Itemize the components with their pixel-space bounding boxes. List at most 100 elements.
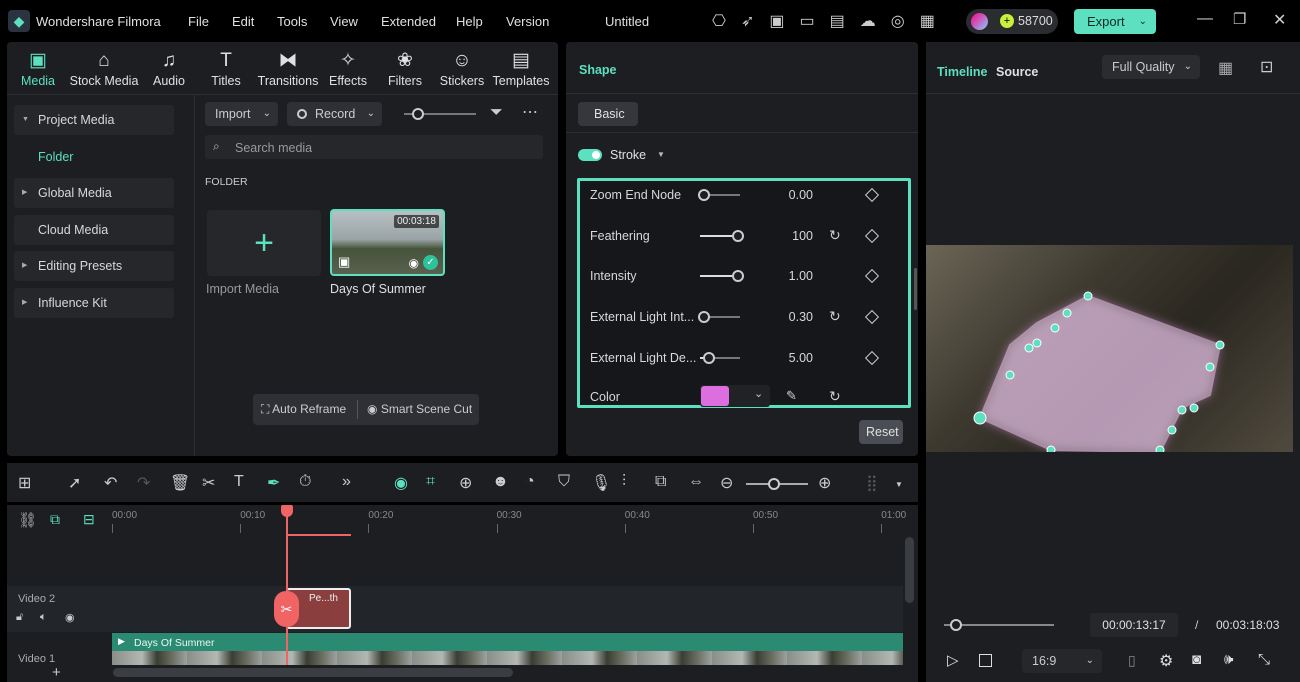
select-tool-icon[interactable]: ➚ xyxy=(68,473,81,493)
tab-transitions[interactable]: ⧓Transitions xyxy=(252,48,324,88)
tab-stickers[interactable]: ☺Stickers xyxy=(430,48,494,88)
text-tool-icon[interactable]: T xyxy=(234,473,244,491)
filter-icon[interactable]: ⏷ xyxy=(490,104,503,122)
split-scissors-icon[interactable]: ✂ xyxy=(274,591,299,627)
stroke-toggle[interactable] xyxy=(578,149,602,161)
tab-stock-media[interactable]: ⌂Stock Media xyxy=(66,48,142,88)
import-button[interactable]: Import⌄ xyxy=(205,102,278,126)
unlink-icon[interactable]: ⛓ xyxy=(18,511,37,529)
tab-templates[interactable]: ▤Templates xyxy=(488,48,554,88)
sidebar-item-influence-kit[interactable]: ▶Influence Kit xyxy=(14,288,174,318)
eye-icon[interactable]: ◉ xyxy=(65,611,75,624)
caret-down-icon[interactable]: ▼ xyxy=(657,150,665,159)
search-input[interactable]: ⌕ Search media xyxy=(205,135,543,159)
more-icon[interactable]: ⋯ xyxy=(522,102,538,122)
speaker-icon[interactable]: 🔈︎ xyxy=(40,611,47,624)
pen-tool-icon[interactable]: ✒ xyxy=(267,473,280,493)
delete-icon[interactable]: 🗑 xyxy=(170,473,190,493)
stop-icon[interactable] xyxy=(979,654,992,667)
link-icon[interactable]: ⧉ xyxy=(50,511,60,528)
param-slider[interactable] xyxy=(700,357,740,359)
fit-icon[interactable]: ⇔ xyxy=(688,473,704,491)
timer-icon[interactable]: ⏱ xyxy=(299,473,311,491)
tab-titles[interactable]: TTitles xyxy=(194,48,258,88)
scissors-icon[interactable]: ✂ xyxy=(202,473,215,493)
param-slider[interactable] xyxy=(700,194,740,196)
maximize-icon[interactable]: ❐ xyxy=(1233,10,1246,28)
auto-reframe-button[interactable]: ⛶ Auto Reframe xyxy=(261,402,346,417)
redo-icon[interactable]: ↷ xyxy=(137,473,150,493)
speed-icon[interactable]: ◔ xyxy=(525,473,535,491)
scopes-icon[interactable]: ⊡ xyxy=(1260,57,1273,77)
snapshot-icon[interactable]: ◙ xyxy=(1192,651,1201,668)
vertical-scrollbar[interactable] xyxy=(905,537,914,603)
layout-icon[interactable]: ▭ xyxy=(800,13,830,30)
microphone-icon[interactable]: 🎙 xyxy=(591,473,611,493)
sidebar-item-global-media[interactable]: ▶Global Media xyxy=(14,178,174,208)
import-media-tile[interactable]: + xyxy=(207,210,321,276)
param-slider[interactable] xyxy=(700,235,740,237)
playback-progress-slider[interactable] xyxy=(944,624,1054,626)
zoom-out-icon[interactable]: ⊖ xyxy=(720,473,733,493)
snap-icon[interactable]: ⌗ xyxy=(426,473,435,491)
audio-mixer-icon[interactable]: ⫶ xyxy=(622,473,626,491)
tab-audio[interactable]: ♫Audio xyxy=(137,48,201,88)
eyedropper-icon[interactable]: ✎ xyxy=(786,388,797,404)
fullscreen-icon[interactable]: ⤡ xyxy=(1258,651,1270,668)
cloud-icon[interactable]: ☁ xyxy=(860,13,891,30)
menu-view[interactable]: View xyxy=(330,14,358,29)
credits-badge[interactable]: + 58700 xyxy=(966,9,1058,34)
shield-icon[interactable]: ⛉ xyxy=(558,473,570,491)
export-button[interactable]: Export⌄ xyxy=(1074,9,1156,34)
save-icon[interactable]: ▤ xyxy=(830,13,860,30)
record-button[interactable]: Record⌄ xyxy=(287,102,382,126)
gift-icon[interactable]: ⎔ xyxy=(712,13,741,30)
shape-mask-overlay[interactable] xyxy=(926,245,1293,452)
menu-tools[interactable]: Tools xyxy=(277,14,307,29)
play-icon[interactable]: ▷ xyxy=(947,651,959,669)
sticker-tool-icon[interactable]: ☻ xyxy=(492,473,509,491)
tab-timeline[interactable]: Timeline xyxy=(937,65,987,79)
render-icon[interactable]: ▯ xyxy=(1128,652,1136,669)
param-slider[interactable] xyxy=(700,275,740,277)
reset-icon[interactable]: ↻ xyxy=(829,308,841,325)
thumbnail-size-slider[interactable] xyxy=(404,113,476,115)
aspect-ratio-dropdown[interactable]: 16:9⌄ xyxy=(1022,649,1102,673)
layout-grid-icon[interactable]: ⊞ xyxy=(18,473,31,493)
horizontal-scrollbar[interactable] xyxy=(113,668,513,677)
color-picker[interactable]: ⌄ xyxy=(700,385,770,407)
sidebar-item-cloud-media[interactable]: Cloud Media xyxy=(14,215,174,245)
zoom-in-icon[interactable]: ⊕ xyxy=(818,473,831,493)
menu-extended[interactable]: Extended xyxy=(381,14,436,29)
grid-view-icon[interactable]: ▦ xyxy=(1218,58,1233,78)
playhead[interactable]: ✂ xyxy=(286,505,288,665)
tab-media[interactable]: ▣Media xyxy=(6,48,70,88)
video-preview[interactable] xyxy=(926,245,1293,452)
tab-basic[interactable]: Basic xyxy=(578,102,638,126)
send-icon[interactable]: ➶ xyxy=(741,13,769,30)
group-icon[interactable]: ⊟ xyxy=(83,511,95,528)
tab-source[interactable]: Source xyxy=(996,65,1038,79)
reset-icon[interactable]: ↻ xyxy=(829,227,841,244)
reset-icon[interactable]: ↻ xyxy=(829,388,841,405)
volume-icon[interactable]: 🕪 xyxy=(1224,651,1233,668)
sidebar-item-folder[interactable]: Folder xyxy=(14,142,174,172)
param-slider[interactable] xyxy=(700,316,740,318)
marker-icon[interactable]: ⊕ xyxy=(459,473,472,493)
minimize-icon[interactable]: — xyxy=(1197,10,1213,28)
headset-icon[interactable]: ◎ xyxy=(891,13,920,30)
quality-dropdown[interactable]: Full Quality⌄ xyxy=(1102,55,1200,79)
caret-down-icon[interactable]: ▼ xyxy=(895,480,903,489)
tab-filters[interactable]: ❀Filters xyxy=(373,48,437,88)
settings-icon[interactable]: ⚙ xyxy=(1159,651,1173,671)
ai-copilot-icon[interactable]: ◉ xyxy=(394,473,408,493)
timeline-zoom-slider[interactable] xyxy=(746,483,808,485)
reset-button[interactable]: Reset xyxy=(859,420,903,444)
menu-file[interactable]: File xyxy=(188,14,209,29)
grid-icon[interactable]: ▦ xyxy=(920,13,950,30)
menu-help[interactable]: Help xyxy=(456,14,483,29)
replace-icon[interactable]: ⧉ xyxy=(655,473,666,491)
more-tools-icon[interactable]: » xyxy=(342,473,351,491)
close-icon[interactable]: ✕ xyxy=(1273,10,1286,30)
track-options-icon[interactable]: ⣿ xyxy=(866,473,878,493)
